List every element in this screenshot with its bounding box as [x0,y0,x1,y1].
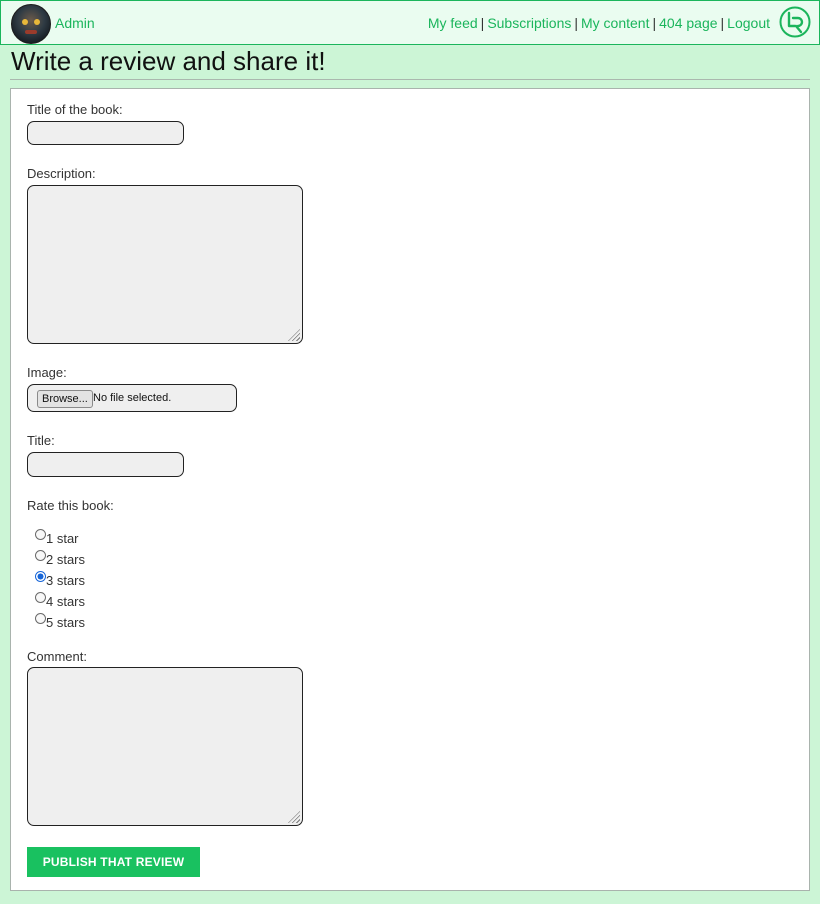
avatar-eye-right [34,19,40,25]
avatar-eye-left [22,19,28,25]
book-title-label: Title of the book: [27,102,123,117]
lr-logo-icon[interactable] [779,6,811,38]
rating-label: Rate this book: [27,498,114,513]
image-file-input[interactable]: Browse... No file selected. [27,384,237,412]
radio-button[interactable] [35,529,46,540]
radio-button[interactable] [35,550,46,561]
image-label: Image: [27,365,67,380]
description-textarea[interactable] [27,185,303,344]
avatar-mouth [25,30,37,34]
nav-separator: | [720,15,725,31]
nav-separator: | [652,15,657,31]
book-title-input[interactable] [27,121,184,145]
title-divider [10,79,810,80]
nav-my-feed[interactable]: My feed [428,15,478,31]
rating-option-label: 5 stars [46,615,86,630]
comment-label: Comment: [27,649,87,664]
title-label: Title: [27,433,55,448]
file-status-text: No file selected. [93,392,172,404]
review-form: Title of the book: Description: Image: B… [10,88,810,891]
nav-separator: | [574,15,578,31]
rating-option-label: 4 stars [46,594,86,609]
page-title: Write a review and share it! [11,46,326,76]
username-link[interactable]: Admin [55,15,95,31]
resize-grip-icon[interactable] [288,811,300,823]
nav-my-content[interactable]: My content [581,15,649,31]
radio-button[interactable] [35,592,46,603]
rating-option-label: 2 stars [46,552,86,567]
comment-textarea[interactable] [27,667,303,826]
nav-404-page[interactable]: 404 page [659,15,717,31]
rating-option-label: 3 stars [46,573,86,588]
rating-option-label: 1 star [46,531,79,546]
title-input[interactable] [27,452,184,477]
resize-grip-icon[interactable] [288,329,300,341]
nav-separator: | [480,15,485,31]
radio-button[interactable] [35,613,46,624]
nav-subscriptions[interactable]: Subscriptions [487,15,571,31]
top-navigation-bar: Admin My feed | Subscriptions | My content | 4… [0,0,820,45]
description-label: Description: [27,166,96,181]
publish-review-button[interactable]: PUBLISH THAT REVIEW [27,847,200,877]
main-nav: My feed | Subscriptions | My content | 404 pag… [428,15,770,31]
browse-button[interactable]: Browse... [37,390,93,408]
radio-button-selected[interactable] [35,571,46,582]
nav-logout[interactable]: Logout [727,15,770,31]
avatar[interactable] [11,4,51,44]
